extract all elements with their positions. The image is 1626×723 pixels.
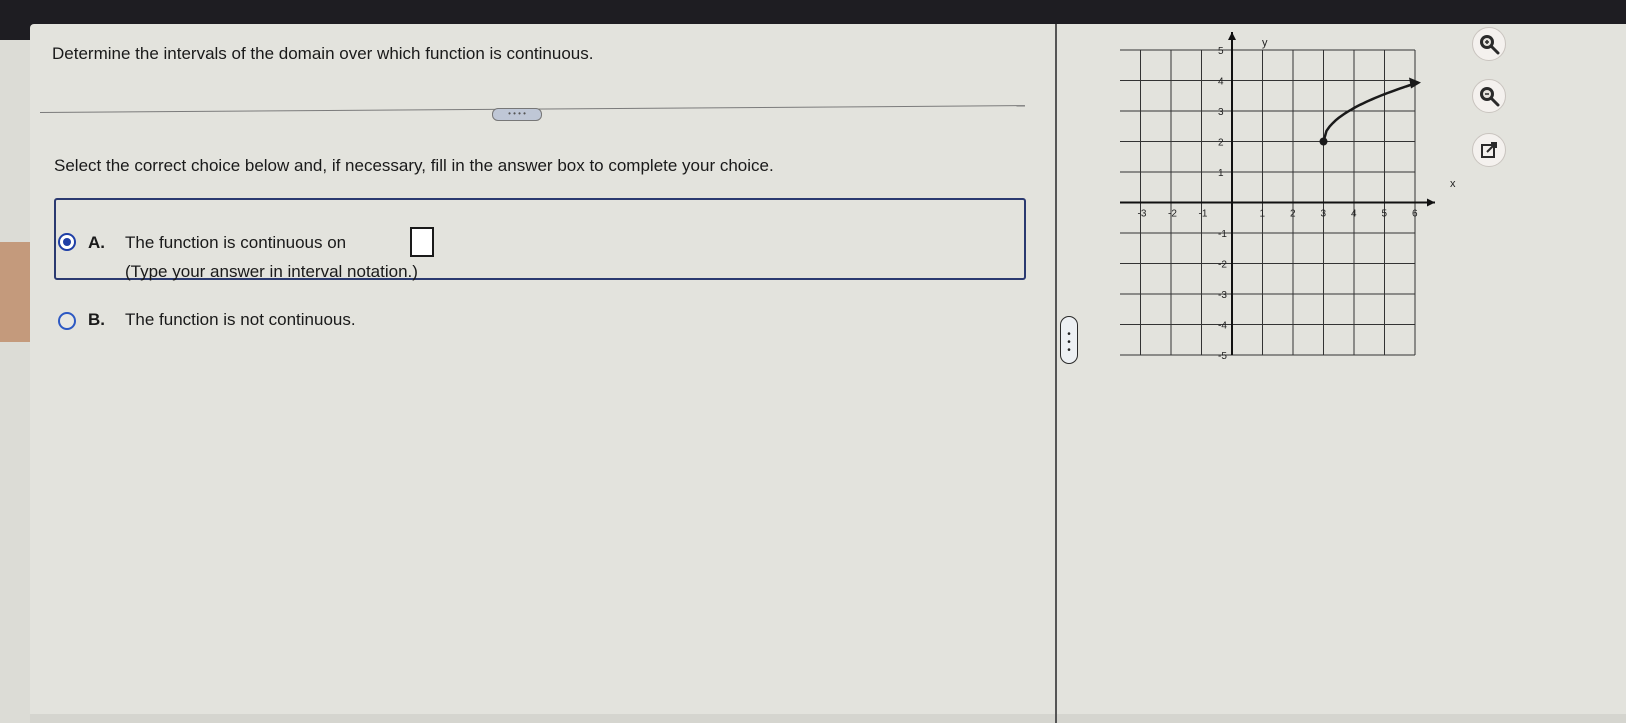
choice-b-letter: B.: [88, 310, 105, 329]
choice-a-text: The function is continuous on: [125, 233, 347, 252]
y-tick-label: 2: [1218, 138, 1224, 149]
choice-b-text: The function is not continuous.: [125, 310, 356, 329]
expand-handle[interactable]: • • • •: [492, 108, 542, 121]
left-strip: [0, 40, 30, 723]
left-accent: [0, 242, 30, 342]
choice-a-hint: (Type your answer in interval notation.): [125, 262, 418, 281]
x-tick-label: -1: [1199, 209, 1208, 220]
curve-start-point: [1319, 137, 1328, 146]
pane-resize-handle[interactable]: • • •: [1060, 316, 1078, 364]
zoom-out-button[interactable]: [1472, 79, 1506, 113]
radio-selected-dot: [63, 238, 71, 246]
y-tick-label: 1: [1218, 168, 1224, 179]
choice-a-radio[interactable]: [58, 233, 76, 251]
graph-tick-labels: -4-3-2-112345654321-1-2-3-4-5: [1138, 46, 1419, 362]
answer-input[interactable]: [410, 227, 434, 257]
question-prompt: Determine the intervals of the domain ov…: [52, 44, 594, 63]
external-link-icon: [1481, 142, 1497, 158]
x-tick-label: -2: [1168, 209, 1177, 220]
y-tick-label: -2: [1218, 260, 1227, 271]
choice-b-radio[interactable]: [58, 312, 76, 330]
x-axis-label: x: [1450, 178, 1456, 190]
y-tick-label: -4: [1218, 321, 1227, 332]
function-curve: [1322, 82, 1416, 142]
x-axis-arrow: [1427, 198, 1435, 207]
x-tick-label: -3: [1138, 209, 1147, 220]
zoom-out-icon: [1480, 87, 1500, 107]
y-tick-label: -5: [1218, 351, 1227, 362]
instruction-text: Select the correct choice below and, if …: [54, 156, 774, 175]
y-tick-label: 3: [1218, 107, 1224, 118]
zoom-in-button[interactable]: [1472, 27, 1506, 61]
x-tick-label: 4: [1351, 209, 1357, 220]
x-tick-label: 1: [1260, 209, 1266, 220]
function-graph: -4-3-2-112345654321-1-2-3-4-5 x y: [1120, 32, 1456, 362]
x-tick-label: 5: [1382, 209, 1388, 220]
y-axis-label: y: [1262, 37, 1268, 49]
zoom-in-icon: [1480, 35, 1500, 55]
x-tick-label: 2: [1290, 209, 1296, 220]
x-tick-label: 3: [1321, 209, 1327, 220]
choice-a-letter: A.: [88, 233, 105, 252]
pane-divider: [1055, 24, 1057, 723]
popout-button[interactable]: [1472, 133, 1506, 167]
y-tick-label: -3: [1218, 290, 1227, 301]
y-tick-label: 4: [1218, 77, 1224, 88]
y-tick-label: -1: [1218, 229, 1227, 240]
y-tick-label: 5: [1218, 46, 1224, 57]
x-tick-label: 6: [1412, 209, 1418, 220]
y-axis-arrow: [1228, 32, 1236, 40]
